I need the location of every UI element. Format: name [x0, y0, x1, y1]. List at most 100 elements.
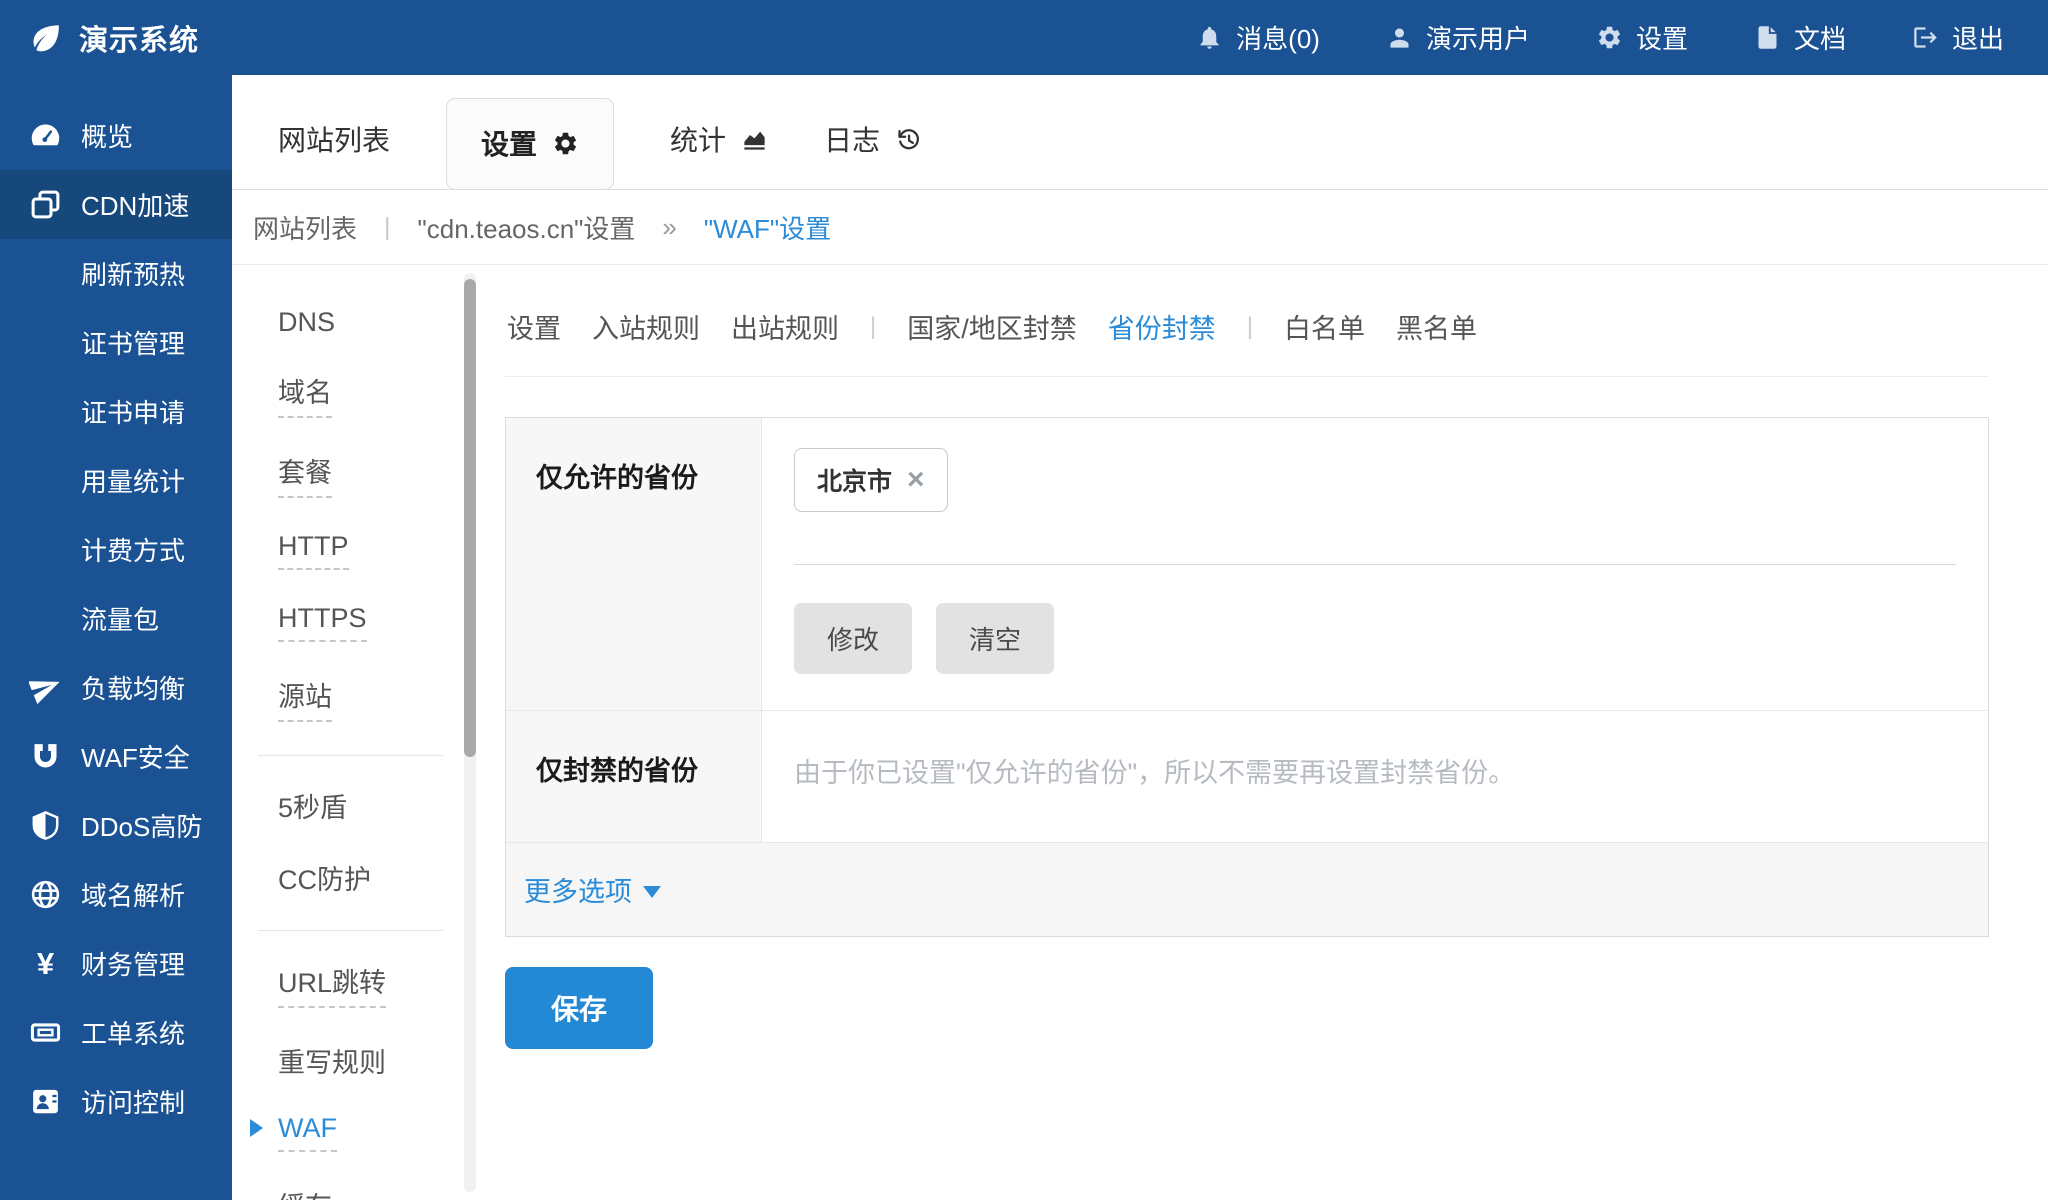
menu-item-rewrite-rules[interactable]: 重写规则: [278, 1041, 477, 1080]
sidebar-item-dns-resolve[interactable]: 域名解析: [0, 860, 232, 929]
breadcrumb: 网站列表 | "cdn.teaos.cn"设置 » "WAF"设置: [232, 190, 2048, 265]
sidebar-item-tickets[interactable]: 工单系统: [0, 998, 232, 1067]
sidebar-item-label: 访问控制: [81, 1083, 185, 1120]
sidebar-item-access-control[interactable]: 访问控制: [0, 1067, 232, 1136]
yen-icon: ¥: [29, 946, 62, 982]
leaf-icon: [30, 22, 62, 54]
user-icon: [1386, 24, 1413, 51]
shield-icon: [29, 809, 62, 842]
menu-item-plan[interactable]: 套餐: [278, 451, 477, 498]
tab-site-list[interactable]: 网站列表: [278, 119, 390, 159]
waf-settings-panel: 设置 入站规则 出站规则 | 国家/地区封禁 省份封禁 | 白名单 黑名单 仅允…: [477, 265, 2048, 1200]
clear-button[interactable]: 清空: [936, 603, 1054, 674]
menu-item-label: 套餐: [278, 451, 332, 498]
magnet-icon: [29, 740, 62, 773]
sidebar-item-label: 域名解析: [81, 876, 185, 913]
tab-label: 日志: [824, 119, 880, 159]
scrollbar-thumb[interactable]: [464, 279, 476, 757]
sidebar-item-load-balance[interactable]: 负载均衡: [0, 653, 232, 722]
blocked-provinces-row: 仅封禁的省份 由于你已设置"仅允许的省份"，所以不需要再设置封禁省份。: [506, 710, 1988, 842]
content-row: DNS 域名 套餐 HTTP HTTPS 源站 5秒盾 CC防护 URL跳转 重…: [232, 265, 2048, 1200]
menu-item-cc-protect[interactable]: CC防护: [278, 858, 477, 897]
subnav-separator: |: [870, 313, 876, 341]
menu-item-domain[interactable]: 域名: [278, 371, 477, 418]
menu-item-label: DNS: [278, 307, 335, 337]
menu-item-label: HTTP: [278, 531, 349, 570]
brand[interactable]: 演示系统: [30, 17, 199, 59]
menu-item-label: 5秒盾: [278, 793, 347, 823]
subnav-settings[interactable]: 设置: [507, 307, 561, 346]
logout-button[interactable]: 退出: [1912, 19, 2004, 56]
province-input-underline[interactable]: [794, 564, 1956, 565]
sidebar-item-usage-stats[interactable]: 用量统计: [0, 446, 232, 515]
messages-button[interactable]: 消息(0): [1196, 19, 1320, 56]
allowed-provinces-row: 仅允许的省份 北京市 × 修改 清空: [506, 418, 1988, 710]
tab-logs[interactable]: 日志: [824, 119, 922, 159]
sidebar-item-cdn[interactable]: CDN加速: [0, 170, 232, 239]
breadcrumb-waf-settings[interactable]: "WAF"设置: [704, 209, 831, 246]
subnav-whitelist[interactable]: 白名单: [1284, 307, 1365, 346]
breadcrumb-site-settings[interactable]: "cdn.teaos.cn"设置: [418, 209, 636, 246]
sidebar: 概览 CDN加速 刷新预热 证书管理 证书申请 用量统计 计费方式 流量包 负载…: [0, 75, 232, 1200]
menu-item-dns[interactable]: DNS: [278, 307, 477, 338]
allowed-provinces-label: 仅允许的省份: [506, 418, 762, 710]
sidebar-item-finance[interactable]: ¥ 财务管理: [0, 929, 232, 998]
sidebar-item-refresh-prewarm[interactable]: 刷新预热: [0, 239, 232, 308]
blocked-provinces-label: 仅封禁的省份: [506, 711, 762, 842]
province-block-form: 仅允许的省份 北京市 × 修改 清空 仅封禁的省份: [505, 417, 1989, 937]
sidebar-item-label: 证书管理: [81, 324, 185, 361]
menu-item-label: CC防护: [278, 865, 371, 895]
sidebar-item-billing[interactable]: 计费方式: [0, 515, 232, 584]
menu-divider: [258, 930, 443, 931]
sidebar-item-ddos[interactable]: DDoS高防: [0, 791, 232, 860]
sidebar-item-overview[interactable]: 概览: [0, 101, 232, 170]
sign-out-icon: [1912, 24, 1939, 51]
blocked-provinces-note: 由于你已设置"仅允许的省份"，所以不需要再设置封禁省份。: [794, 758, 1515, 788]
menu-item-http[interactable]: HTTP: [278, 531, 477, 570]
sidebar-item-label: 用量统计: [81, 462, 185, 499]
caret-right-icon: [250, 1119, 263, 1137]
subnav-inbound-rules[interactable]: 入站规则: [592, 307, 700, 346]
sidebar-item-cert-manage[interactable]: 证书管理: [0, 308, 232, 377]
menu-item-origin[interactable]: 源站: [278, 675, 477, 722]
tab-settings[interactable]: 设置: [446, 98, 614, 190]
bell-icon: [1196, 24, 1223, 51]
subnav-country-block[interactable]: 国家/地区封禁: [907, 307, 1077, 346]
menu-item-label: WAF: [278, 1113, 337, 1152]
province-tag[interactable]: 北京市 ×: [794, 448, 948, 512]
sidebar-item-traffic-pack[interactable]: 流量包: [0, 584, 232, 653]
sidebar-item-label: 工单系统: [81, 1014, 185, 1051]
settings-button[interactable]: 设置: [1596, 19, 1688, 56]
gear-icon: [1596, 24, 1623, 51]
gear-icon: [552, 130, 579, 157]
sidebar-item-waf[interactable]: WAF安全: [0, 722, 232, 791]
breadcrumb-separator: »: [662, 212, 676, 243]
docs-button[interactable]: 文档: [1754, 19, 1846, 56]
tab-label: 网站列表: [278, 119, 390, 159]
subnav-outbound-rules[interactable]: 出站规则: [731, 307, 839, 346]
menu-item-label: URL跳转: [278, 961, 386, 1008]
account-button[interactable]: 演示用户: [1386, 19, 1530, 56]
subnav-province-block[interactable]: 省份封禁: [1108, 307, 1216, 346]
menu-item-cache[interactable]: 缓存: [278, 1185, 477, 1200]
sidebar-item-label: WAF安全: [81, 738, 190, 775]
docs-label: 文档: [1794, 19, 1846, 56]
save-button[interactable]: 保存: [505, 967, 653, 1049]
modify-button[interactable]: 修改: [794, 603, 912, 674]
more-options-label: 更多选项: [524, 870, 632, 909]
menu-item-url-redirect[interactable]: URL跳转: [278, 961, 477, 1008]
menu-item-5s-shield[interactable]: 5秒盾: [278, 786, 477, 825]
chevron-down-icon: [643, 886, 661, 898]
subnav-blacklist[interactable]: 黑名单: [1396, 307, 1477, 346]
menu-item-https[interactable]: HTTPS: [278, 603, 477, 642]
tab-statistics[interactable]: 统计: [670, 119, 768, 159]
sidebar-item-label: CDN加速: [81, 186, 189, 223]
main-area: 网站列表 设置 统计 日志: [232, 75, 2048, 1200]
menu-item-waf[interactable]: WAF: [278, 1113, 477, 1152]
account-label: 演示用户: [1426, 19, 1530, 56]
remove-tag-icon[interactable]: ×: [907, 468, 925, 492]
menu-item-label: 重写规则: [278, 1048, 386, 1078]
breadcrumb-site-list[interactable]: 网站列表: [253, 209, 357, 246]
sidebar-item-cert-apply[interactable]: 证书申请: [0, 377, 232, 446]
more-options-link[interactable]: 更多选项: [524, 870, 661, 909]
